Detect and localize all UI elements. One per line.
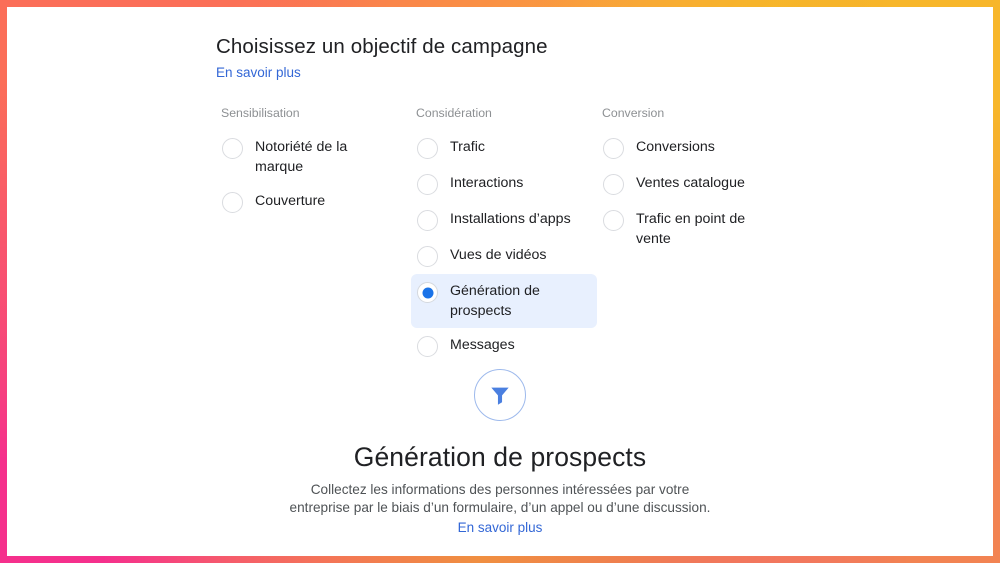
objective-option-label: Notoriété de la marque — [255, 139, 348, 175]
radio-button-icon[interactable] — [222, 192, 243, 213]
radio-button-icon[interactable] — [417, 282, 438, 303]
objective-option-label: Couverture — [255, 193, 326, 209]
campaign-objective-page: Choisissez un objectif de campagne En sa… — [7, 7, 993, 556]
objective-option-label: Ventes catalogue — [636, 175, 745, 191]
objective-option-row[interactable]: Trafic — [411, 130, 597, 166]
objective-option-label: Interactions — [450, 175, 524, 191]
objective-option-row[interactable]: Trafic en point de vente — [597, 202, 787, 256]
radio-button-icon[interactable] — [222, 138, 243, 159]
detail-learn-more-link[interactable]: En savoir plus — [458, 518, 543, 538]
objective-columns: Sensibilisation Notoriété de la marque Cou… — [216, 105, 806, 364]
funnel-icon — [491, 387, 509, 405]
column-heading: Sensibilisation — [221, 106, 300, 120]
radio-selected-dot — [422, 287, 433, 298]
objective-option-row[interactable]: Vues de vidéos — [411, 238, 597, 274]
radio-button-icon[interactable] — [417, 246, 438, 267]
objective-option-label: Conversions — [636, 139, 715, 155]
funnel-icon-badge — [474, 369, 526, 421]
radio-button-icon[interactable] — [417, 336, 438, 357]
objective-option-row[interactable]: Couverture — [216, 184, 411, 220]
radio-button-icon[interactable] — [603, 210, 624, 231]
objective-option-row[interactable]: Ventes catalogue — [597, 166, 787, 202]
page-title: Choisissez un objectif de campagne — [216, 35, 548, 58]
radio-button-icon[interactable] — [417, 138, 438, 159]
objective-column-3: Conversion Conversions Ventes catalogue Tra… — [597, 105, 787, 364]
objective-option-row[interactable]: Messages — [411, 328, 597, 364]
header-learn-more-link[interactable]: En savoir plus — [216, 63, 301, 83]
objective-column-2: Considération Trafic Interactions Installat… — [411, 105, 597, 364]
objective-option-row[interactable]: Installations d’apps — [411, 202, 597, 238]
objective-option-row[interactable]: Interactions — [411, 166, 597, 202]
objective-option-label: Trafic en point de vente — [636, 211, 746, 247]
objective-option-label: Vues de vidéos — [450, 247, 547, 263]
objective-detail-panel: Génération de prospects Collectez les in… — [7, 369, 993, 538]
radio-button-icon[interactable] — [603, 138, 624, 159]
radio-button-icon[interactable] — [417, 174, 438, 195]
objective-option-row[interactable]: Notoriété de la marque — [216, 130, 411, 184]
column-heading: Conversion — [602, 106, 665, 120]
radio-button-icon[interactable] — [417, 210, 438, 231]
objective-option-label: Messages — [450, 337, 515, 353]
objective-column-1: Sensibilisation Notoriété de la marque Cou… — [216, 105, 411, 364]
objective-option-label: Trafic — [450, 139, 485, 155]
column-heading: Considération — [416, 106, 492, 120]
detail-description: Collectez les informations des personnes… — [289, 482, 711, 515]
detail-title: Génération de prospects — [353, 442, 647, 472]
objective-option-label: Génération de prospects — [450, 283, 540, 319]
objective-option-row[interactable]: Conversions — [597, 130, 787, 166]
objective-option-row[interactable]: Génération de prospects — [411, 274, 597, 328]
objective-option-label: Installations d’apps — [450, 211, 571, 227]
radio-button-icon[interactable] — [603, 174, 624, 195]
gradient-border-frame: Choisissez un objectif de campagne En sa… — [0, 0, 1000, 563]
page-header: Choisissez un objectif de campagne En sa… — [216, 33, 548, 83]
